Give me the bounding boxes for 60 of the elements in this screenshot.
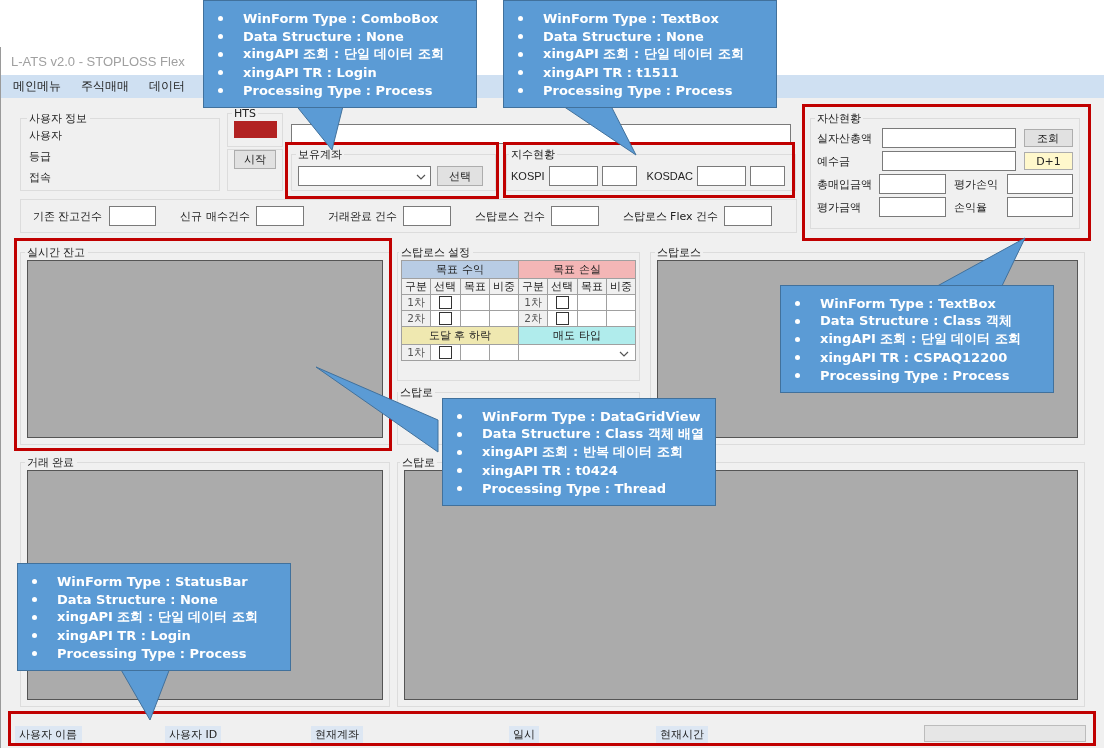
callout-text: Data Structure : None — [543, 28, 704, 44]
callout-text: Data Structure : None — [243, 28, 404, 44]
group-title: 보유계좌 — [297, 147, 343, 162]
group-title: 스탑로스 — [656, 245, 702, 260]
group-title: HTS — [233, 107, 257, 120]
group-title: 거래 완료 — [26, 455, 76, 470]
callout-text: xingAPI TR : Login — [57, 627, 191, 643]
field-label: 사용자 — [29, 128, 63, 143]
group-title: 실시간 잔고 — [26, 245, 87, 260]
group-title: 스탑로 — [401, 455, 436, 470]
status-label: 사용자 ID — [165, 726, 222, 743]
callout-text: Processing Type : Thread — [482, 480, 666, 496]
field-label: 스탑로스 Flex 건수 — [622, 208, 719, 224]
callout-text: xingAPI TR : t0424 — [482, 462, 618, 478]
field-label: 기존 잔고건수 — [33, 208, 103, 224]
status-label: 사용자 이름 — [15, 726, 82, 743]
field-label: KOSDAC — [646, 170, 694, 182]
callout-text: xingAPI 조회 : 반복 데이터 조회 — [482, 443, 683, 461]
field-label: 등급 — [29, 149, 52, 164]
window-title: L-ATS v2.0 - STOPLOSS Flex — [11, 53, 185, 69]
callout-text: WinForm Type : DataGridView — [482, 408, 701, 424]
callout-text: xingAPI TR : Login — [243, 64, 377, 80]
group-title: 스탑로 — [399, 385, 434, 400]
field-label: 실자산총액 — [817, 130, 873, 146]
group-title: 자산현황 — [816, 111, 862, 126]
field-label: 총매입금액 — [817, 176, 873, 192]
status-label: 현재시간 — [656, 726, 708, 743]
field-label: 예수금 — [817, 153, 851, 169]
callout-text: WinForm Type : TextBox — [820, 295, 996, 311]
callout-text: xingAPI TR : CSPAQ12200 — [820, 349, 1008, 365]
table-header: 목표 손실 — [518, 260, 636, 279]
callout-text: Data Structure : Class 객체 배열 — [482, 425, 705, 443]
group-title: 지수현황 — [510, 147, 556, 162]
table-header: 목표 수익 — [401, 260, 519, 279]
callout-text: Processing Type : Process — [543, 82, 733, 98]
callout-text: xingAPI 조회 : 단일 데이터 조회 — [543, 45, 744, 63]
field-label: 스탑로스 건수 — [475, 208, 545, 224]
group-title: 사용자 정보 — [28, 111, 89, 126]
status-label: 일시 — [509, 726, 539, 743]
callout-text: Data Structure : Class 객체 — [820, 312, 1012, 330]
callout-text: xingAPI 조회 : 단일 데이터 조회 — [243, 45, 444, 63]
callout-text: xingAPI 조회 : 단일 데이터 조회 — [57, 608, 258, 626]
field-label: 손익율 — [953, 199, 988, 215]
callout-text: WinForm Type : ComboBox — [243, 10, 439, 26]
callout-text: xingAPI 조회 : 단일 데이터 조회 — [820, 330, 1021, 348]
field-label: 평가금액 — [817, 199, 862, 215]
callout-text: Processing Type : Process — [243, 82, 433, 98]
field-label: 접속 — [29, 170, 52, 185]
callout-text: WinForm Type : TextBox — [543, 10, 719, 26]
field-label: 거래완료 건수 — [327, 208, 398, 224]
field-label: KOSPI — [511, 170, 545, 182]
callout-text: xingAPI TR : t1511 — [543, 64, 679, 80]
field-label: 신규 매수건수 — [180, 208, 250, 224]
callout-text: Processing Type : Process — [57, 645, 247, 661]
callout-text: Data Structure : None — [57, 591, 218, 607]
callout-text: Processing Type : Process — [820, 367, 1010, 383]
callout-text: WinForm Type : StatusBar — [57, 573, 248, 589]
group-title: 스탑로스 설정 — [400, 245, 472, 260]
field-label: 평가손익 — [953, 176, 999, 192]
status-label: 현재계좌 — [311, 726, 363, 743]
